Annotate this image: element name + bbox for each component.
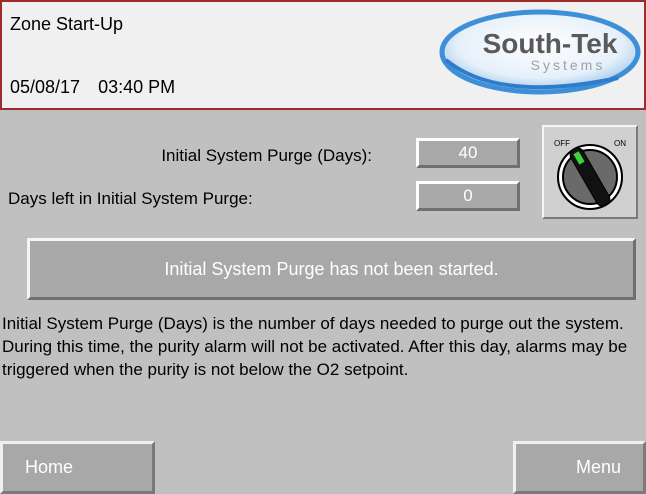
days-left-field: 0	[416, 181, 520, 211]
selector-switch-icon: OFF ON	[554, 139, 626, 210]
header-bar: Zone Start-Up 05/08/17 03:40 PM South-Tek…	[0, 0, 646, 110]
logo-subtitle: Systems	[531, 57, 606, 73]
menu-button[interactable]: Menu	[513, 441, 646, 494]
switch-on-label: ON	[614, 139, 626, 148]
zone-startup-screen: Zone Start-Up 05/08/17 03:40 PM South-Tek…	[0, 0, 646, 494]
initial-purge-days-label: Initial System Purge (Days):	[161, 146, 372, 165]
logo-name: South-Tek	[483, 28, 618, 59]
datetime-display: 05/08/17 03:40 PM	[10, 77, 175, 98]
purge-status-panel: Initial System Purge has not been starte…	[27, 238, 636, 300]
purge-on-off-switch[interactable]: OFF ON	[542, 125, 638, 219]
switch-off-label: OFF	[554, 139, 570, 148]
days-left-label: Days left in Initial System Purge:	[8, 189, 253, 208]
time-text: 03:40 PM	[98, 77, 176, 97]
page-title: Zone Start-Up	[10, 14, 124, 34]
initial-purge-days-field[interactable]: 40	[416, 138, 520, 168]
home-button[interactable]: Home	[0, 441, 155, 494]
purge-description: Initial System Purge (Days) is the numbe…	[2, 314, 628, 379]
south-tek-logo: South-Tek Systems	[439, 9, 641, 95]
date-text: 05/08/17	[10, 77, 81, 97]
